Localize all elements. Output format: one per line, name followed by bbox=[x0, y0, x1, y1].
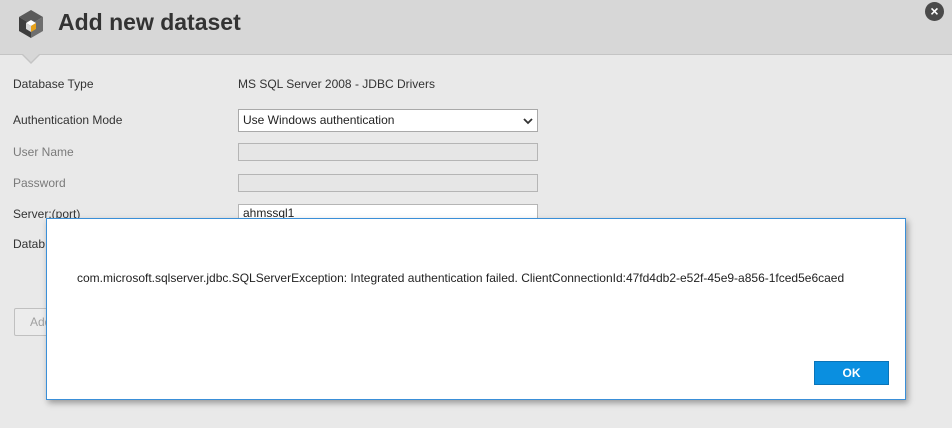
close-icon[interactable]: × bbox=[925, 2, 944, 21]
dialog-title: Add new dataset bbox=[58, 9, 241, 35]
authentication-mode-selected: Use Windows authentication bbox=[243, 113, 395, 127]
error-dialog: com.microsoft.sqlserver.jdbc.SQLServerEx… bbox=[46, 218, 906, 400]
password-field[interactable] bbox=[238, 174, 538, 192]
database-type-label: Database Type bbox=[13, 77, 94, 91]
user-name-field[interactable] bbox=[238, 143, 538, 161]
authentication-mode-label: Authentication Mode bbox=[13, 113, 123, 127]
error-message: com.microsoft.sqlserver.jdbc.SQLServerEx… bbox=[77, 271, 845, 285]
chevron-down-icon bbox=[523, 118, 533, 125]
dialog-header: Add new dataset × bbox=[0, 0, 952, 55]
database-type-value: MS SQL Server 2008 - JDBC Drivers bbox=[238, 77, 435, 91]
dataset-cube-icon bbox=[19, 10, 43, 38]
password-label: Password bbox=[13, 176, 66, 190]
ok-button[interactable]: OK bbox=[814, 361, 889, 385]
add-dataset-dialog: Add new dataset × Database Type MS SQL S… bbox=[0, 0, 952, 428]
user-name-label: User Name bbox=[13, 145, 74, 159]
database-label: Datab bbox=[13, 237, 46, 251]
header-pointer bbox=[22, 53, 40, 62]
authentication-mode-select[interactable]: Use Windows authentication bbox=[238, 109, 538, 132]
